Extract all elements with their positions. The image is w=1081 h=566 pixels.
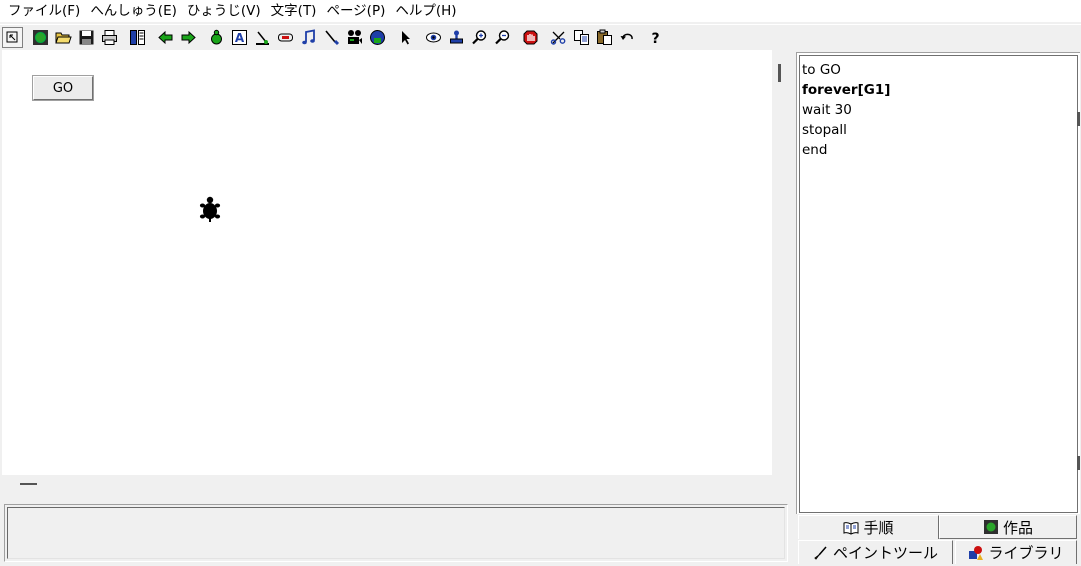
- stop-all-button[interactable]: [520, 27, 541, 48]
- toolbar: A ?: [0, 24, 1081, 50]
- music-button[interactable]: [298, 27, 319, 48]
- paste-button[interactable]: [594, 27, 615, 48]
- previous-page-button[interactable]: [155, 27, 176, 48]
- restore-icon: [6, 31, 18, 43]
- save-button[interactable]: [76, 27, 97, 48]
- button-tool-button[interactable]: [275, 27, 296, 48]
- eye-button[interactable]: [423, 27, 444, 48]
- previous-page-icon: [158, 30, 173, 45]
- slider-icon: [256, 31, 269, 45]
- record-button[interactable]: [367, 27, 388, 48]
- next-page-icon: [181, 30, 196, 45]
- page-view-button[interactable]: [127, 27, 148, 48]
- brush-icon: [814, 546, 827, 560]
- paste-icon: [597, 29, 612, 45]
- new-project-button[interactable]: [30, 27, 51, 48]
- open-button[interactable]: [53, 27, 74, 48]
- svg-text:?: ?: [651, 31, 659, 46]
- paint-icon: [325, 30, 340, 46]
- tab-works[interactable]: 作品: [939, 515, 1077, 539]
- print-button[interactable]: [99, 27, 120, 48]
- video-button[interactable]: [344, 27, 365, 48]
- stamp-button[interactable]: [446, 27, 467, 48]
- paint-button[interactable]: [321, 27, 342, 48]
- open-folder-icon: [55, 32, 72, 44]
- video-icon: [348, 30, 362, 44]
- page-view-icon: [130, 30, 145, 45]
- button-icon: [278, 33, 293, 42]
- project-icon: [983, 520, 998, 534]
- text-box-button[interactable]: A: [229, 27, 250, 48]
- print-icon: [102, 30, 117, 45]
- procedure-line: forever[G1]: [802, 82, 891, 98]
- edge-marker: [1077, 112, 1080, 126]
- text-box-icon: A: [232, 30, 247, 45]
- tab-works-label: 作品: [1002, 518, 1033, 537]
- tab-library-label: ライブラリ: [988, 544, 1064, 562]
- restore-button[interactable]: [2, 27, 23, 48]
- music-note-icon: [302, 29, 315, 45]
- edge-marker: [1077, 456, 1080, 470]
- shapes-icon: [969, 545, 984, 560]
- zoom-in-icon: [472, 30, 487, 45]
- splitter-handle[interactable]: [20, 483, 37, 485]
- stop-hand-icon: [523, 30, 538, 45]
- procedure-line: to GO: [802, 62, 841, 78]
- menu-file[interactable]: ファイル(F): [4, 0, 86, 22]
- new-project-icon: [33, 30, 48, 45]
- scroll-indicator[interactable]: [778, 64, 781, 82]
- tab-paint-label: ペイントツール: [832, 544, 938, 562]
- cut-icon: [550, 31, 566, 45]
- select-pointer-icon: [402, 31, 410, 45]
- cut-button[interactable]: [548, 27, 569, 48]
- menu-edit[interactable]: へんしゅう(E): [86, 0, 183, 22]
- zoom-out-icon: [495, 30, 510, 45]
- help-icon: ?: [651, 31, 659, 46]
- new-turtle-button[interactable]: [206, 27, 227, 48]
- copy-icon: [574, 30, 589, 45]
- undo-button[interactable]: [617, 27, 638, 48]
- tab-procedures-label: 手順: [863, 519, 894, 537]
- copy-button[interactable]: [571, 27, 592, 48]
- select-button[interactable]: [395, 27, 416, 48]
- turtle-icon[interactable]: [199, 195, 221, 223]
- tab-library[interactable]: ライブラリ: [955, 540, 1077, 564]
- procedures-editor[interactable]: to GO forever[G1] wait 30 stopall end: [799, 55, 1078, 513]
- zoom-in-button[interactable]: [469, 27, 490, 48]
- zoom-out-button[interactable]: [492, 27, 513, 48]
- procedure-line: wait 30: [802, 102, 852, 118]
- slider-button[interactable]: [252, 27, 273, 48]
- svg-text:A: A: [235, 31, 245, 45]
- menu-text[interactable]: 文字(T): [267, 0, 323, 22]
- procedure-line: end: [802, 142, 828, 158]
- menu-help[interactable]: ヘルプ(H): [391, 0, 462, 22]
- command-center-input[interactable]: [7, 507, 785, 559]
- help-button[interactable]: ?: [645, 27, 666, 48]
- record-icon: [370, 30, 385, 45]
- procedures-panel: to GO forever[G1] wait 30 stopall end: [796, 52, 1080, 514]
- tab-paint-tools[interactable]: ペイントツール: [798, 540, 953, 564]
- save-icon: [79, 30, 94, 45]
- microworlds-window: ファイル(F) へんしゅう(E) ひょうじ(V) 文字(T) ページ(P) ヘル…: [0, 0, 1081, 566]
- new-turtle-icon: [211, 29, 222, 45]
- procedure-line: stopall: [802, 122, 847, 138]
- eye-icon: [426, 32, 441, 43]
- go-button[interactable]: GO: [33, 76, 93, 100]
- undo-icon: [620, 33, 633, 40]
- stamp-icon: [450, 30, 463, 44]
- menu-view[interactable]: ひょうじ(V): [183, 0, 267, 22]
- tab-procedures[interactable]: 手順: [798, 515, 939, 539]
- book-icon: [843, 521, 859, 535]
- page-canvas[interactable]: GO: [2, 50, 772, 475]
- next-page-button[interactable]: [178, 27, 199, 48]
- menubar: ファイル(F) へんしゅう(E) ひょうじ(V) 文字(T) ページ(P) ヘル…: [0, 0, 1081, 22]
- menu-page[interactable]: ページ(P): [322, 0, 391, 22]
- command-center: [4, 504, 788, 562]
